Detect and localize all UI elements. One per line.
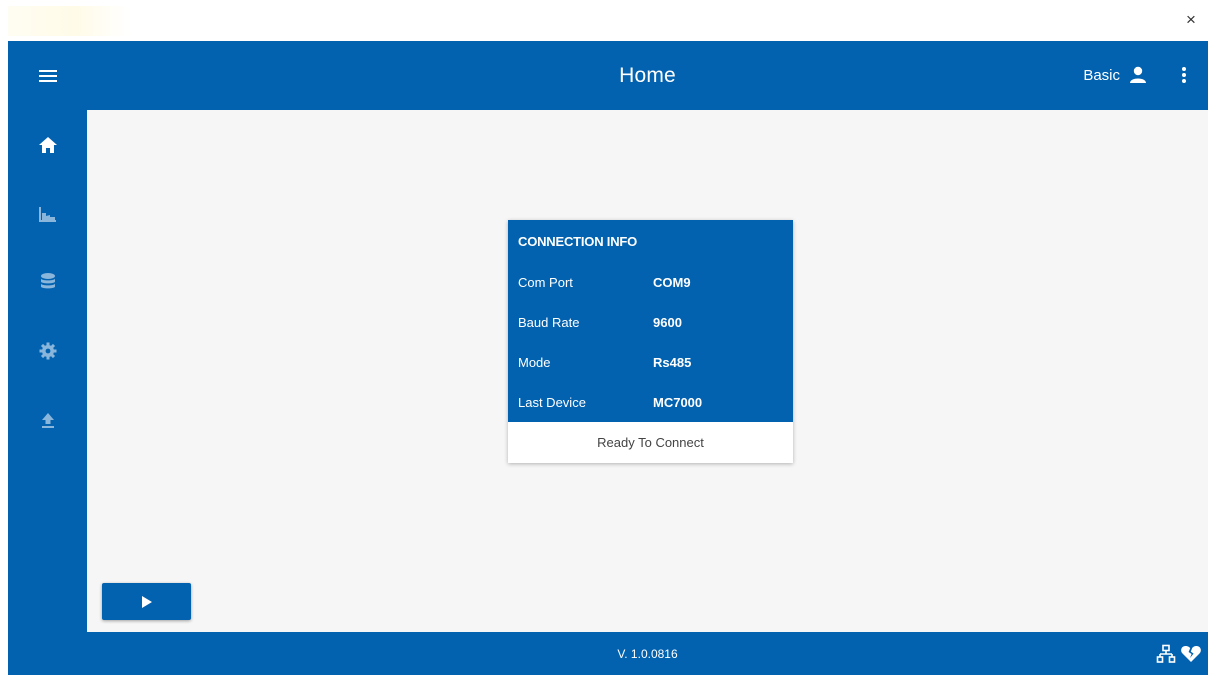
- user-role-label: Basic: [1083, 66, 1120, 84]
- broken-heart-icon: [1181, 645, 1201, 662]
- connection-status-icons: [1156, 643, 1202, 665]
- area-chart-icon: [38, 207, 56, 222]
- person-icon: [1130, 66, 1146, 83]
- sidebar: [8, 41, 87, 675]
- sidebar-item-home[interactable]: [8, 122, 87, 168]
- upload-icon: [41, 413, 54, 428]
- info-label: Last Device: [518, 394, 586, 410]
- info-label: Baud Rate: [518, 314, 580, 330]
- sidebar-item-database[interactable]: [8, 259, 87, 305]
- gear-icon: [39, 342, 56, 360]
- hamburger-menu-button[interactable]: [8, 41, 87, 110]
- info-row-com-port: Com Port COM9: [508, 262, 793, 302]
- app-logo: [8, 6, 130, 36]
- kebab-menu-icon: [1182, 67, 1186, 83]
- sidebar-item-upload[interactable]: [8, 397, 87, 443]
- sidebar-item-settings[interactable]: [8, 328, 87, 374]
- status-footer: V. 1.0.0816: [87, 632, 1208, 675]
- hamburger-icon: [38, 69, 57, 82]
- more-options-button[interactable]: [1174, 63, 1194, 87]
- home-icon: [38, 137, 57, 153]
- version-label: V. 1.0.0816: [617, 646, 678, 661]
- info-value: COM9: [653, 274, 691, 290]
- network-icon: [1156, 644, 1176, 663]
- info-label: Com Port: [518, 274, 573, 290]
- database-icon: [40, 273, 55, 289]
- info-value: 9600: [653, 314, 682, 330]
- app-header: Home Basic: [87, 41, 1208, 110]
- connection-info-title: CONNECTION INFO: [518, 233, 638, 249]
- connection-status: Ready To Connect: [508, 422, 793, 463]
- title-bar: ×: [0, 0, 1208, 41]
- info-row-baud-rate: Baud Rate 9600: [508, 302, 793, 342]
- connection-info-body: CONNECTION INFO Com Port COM9 Baud Rate …: [508, 220, 793, 422]
- info-label: Mode: [518, 354, 551, 370]
- connect-play-button[interactable]: [102, 583, 191, 620]
- connection-info-card: CONNECTION INFO Com Port COM9 Baud Rate …: [508, 220, 793, 463]
- info-row-last-device: Last Device MC7000: [508, 382, 793, 422]
- main-content: CONNECTION INFO Com Port COM9 Baud Rate …: [87, 110, 1208, 632]
- user-role-button[interactable]: Basic: [1083, 63, 1148, 87]
- sidebar-item-charts[interactable]: [8, 191, 87, 237]
- close-window-button[interactable]: ×: [1182, 10, 1200, 28]
- info-value: Rs485: [653, 354, 692, 370]
- info-row-mode: Mode Rs485: [508, 342, 793, 382]
- info-value: MC7000: [653, 394, 703, 410]
- page-title: Home: [619, 63, 676, 87]
- play-icon: [141, 595, 152, 608]
- app-window: × Home Basic CONNECTION INFO Com Port CO…: [0, 0, 1208, 675]
